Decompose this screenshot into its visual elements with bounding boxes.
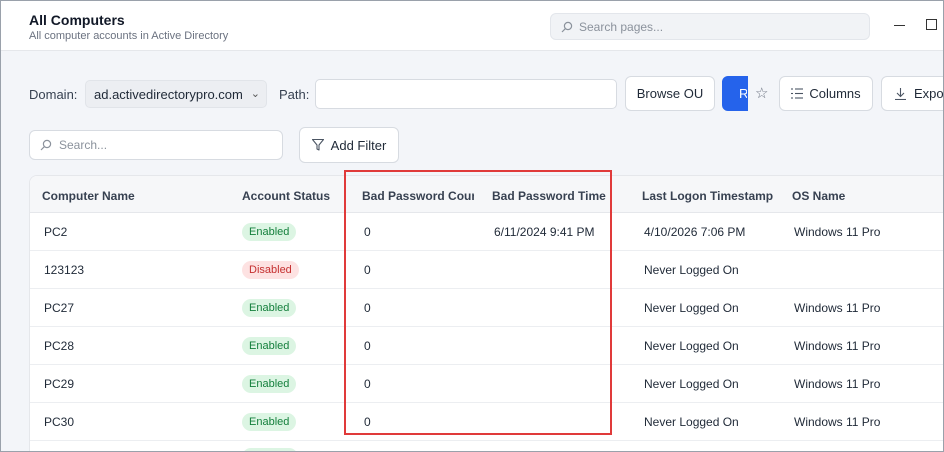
cell-last-logon: Never Logged On xyxy=(644,263,739,277)
export-button[interactable]: Expor xyxy=(881,76,944,111)
title-bar: All Computers All computer accounts in A… xyxy=(1,1,943,51)
add-filter-label: Add Filter xyxy=(330,137,387,153)
cell-computer-name: PC29 xyxy=(44,377,75,391)
cell-os-name: Windows 11 Pro xyxy=(794,339,881,353)
cell-bad-password-count: 0 xyxy=(364,225,371,239)
cell-bad-password-time: 6/11/2024 9:41 PM xyxy=(494,225,595,239)
table-row[interactable]: PC27 Enabled 0 Never Logged On Windows 1… xyxy=(30,289,943,327)
column-header-last-logon[interactable]: Last Logon Timestamp xyxy=(642,189,773,203)
filter-icon xyxy=(311,139,324,151)
status-badge: Enabled xyxy=(242,375,297,393)
columns-label: Columns xyxy=(809,86,861,101)
table-search-input[interactable] xyxy=(59,138,269,152)
column-header-bad-password-time[interactable]: Bad Password Time xyxy=(492,189,606,203)
cell-os-name: Windows 11 Pro xyxy=(794,415,881,429)
page-title: All Computers xyxy=(29,12,125,28)
cell-computer-name: PC30 xyxy=(44,415,75,429)
minimize-button[interactable] xyxy=(894,25,905,26)
status-badge-partial xyxy=(242,448,298,451)
cell-bad-password-count: 0 xyxy=(364,339,371,353)
columns-icon xyxy=(791,88,804,99)
domain-select[interactable]: ad.activedirectorypro.com ⌄ xyxy=(85,80,267,108)
computers-table: Computer Name Account Status Bad Passwor… xyxy=(29,175,943,451)
chevron-down-icon: ⌄ xyxy=(250,88,260,100)
table-row[interactable]: 123123 Disabled 0 Never Logged On xyxy=(30,251,943,289)
column-header-account-status[interactable]: Account Status xyxy=(242,189,330,203)
cell-last-logon: Never Logged On xyxy=(644,377,739,391)
cell-last-logon: Never Logged On xyxy=(644,415,739,429)
table-search-box[interactable] xyxy=(29,130,283,160)
export-label: Expor xyxy=(914,86,944,101)
browse-ou-button[interactable]: Browse OU xyxy=(625,76,715,111)
page-subtitle: All computer accounts in Active Director… xyxy=(29,30,229,42)
page-search-box[interactable] xyxy=(550,13,870,40)
column-header-computer-name[interactable]: Computer Name xyxy=(42,189,135,203)
search-icon xyxy=(40,139,52,151)
maximize-button[interactable] xyxy=(926,19,937,30)
table-row[interactable]: PC28 Enabled 0 Never Logged On Windows 1… xyxy=(30,327,943,365)
cell-bad-password-count: 0 xyxy=(364,263,371,277)
cell-computer-name: PC27 xyxy=(44,301,75,315)
download-icon xyxy=(895,87,906,100)
status-badge: Enabled xyxy=(242,337,297,355)
cell-bad-password-count: 0 xyxy=(364,377,371,391)
domain-label: Domain: xyxy=(29,87,78,102)
status-badge: Enabled xyxy=(242,413,297,431)
table-row[interactable]: PC29 Enabled 0 Never Logged On Windows 1… xyxy=(30,365,943,403)
cell-last-logon: Never Logged On xyxy=(644,301,739,315)
run-button[interactable]: R xyxy=(722,76,748,111)
path-input[interactable] xyxy=(315,79,617,109)
cell-os-name: Windows 11 Pro xyxy=(794,301,881,315)
table-header: Computer Name Account Status Bad Passwor… xyxy=(30,176,943,213)
cell-os-name: Windows 11 Pro xyxy=(794,225,881,239)
cell-computer-name: 123123 xyxy=(44,263,85,277)
cell-last-logon: Never Logged On xyxy=(644,339,739,353)
page-search-input[interactable] xyxy=(579,19,859,34)
cell-last-logon: 4/10/2026 7:06 PM xyxy=(644,225,746,239)
toolbar: Domain: ad.activedirectorypro.com ⌄ Path… xyxy=(1,76,944,112)
add-filter-button[interactable]: Add Filter xyxy=(299,127,399,163)
cell-os-name: Windows 11 Pro xyxy=(794,377,881,391)
cell-computer-name: PC2 xyxy=(44,225,68,239)
cell-bad-password-count: 0 xyxy=(364,415,371,429)
star-icon[interactable]: ☆ xyxy=(755,84,768,102)
path-label: Path: xyxy=(279,87,310,102)
domain-value: ad.activedirectorypro.com xyxy=(94,87,243,102)
cell-computer-name: PC28 xyxy=(44,339,75,353)
column-header-bad-password-count[interactable]: Bad Password Coun xyxy=(362,189,474,203)
column-header-os-name[interactable]: OS Name xyxy=(792,189,845,203)
status-badge: Disabled xyxy=(242,261,299,279)
app-window: All Computers All computer accounts in A… xyxy=(0,0,944,452)
table-row[interactable]: PC30 Enabled 0 Never Logged On Windows 1… xyxy=(30,403,943,441)
status-badge: Enabled xyxy=(242,223,297,241)
cell-bad-password-count: 0 xyxy=(364,301,371,315)
table-row[interactable]: PC2 Enabled 0 6/11/2024 9:41 PM 4/10/202… xyxy=(30,213,943,251)
status-badge: Enabled xyxy=(242,299,297,317)
search-icon xyxy=(561,21,573,33)
columns-button[interactable]: Columns xyxy=(779,76,873,111)
